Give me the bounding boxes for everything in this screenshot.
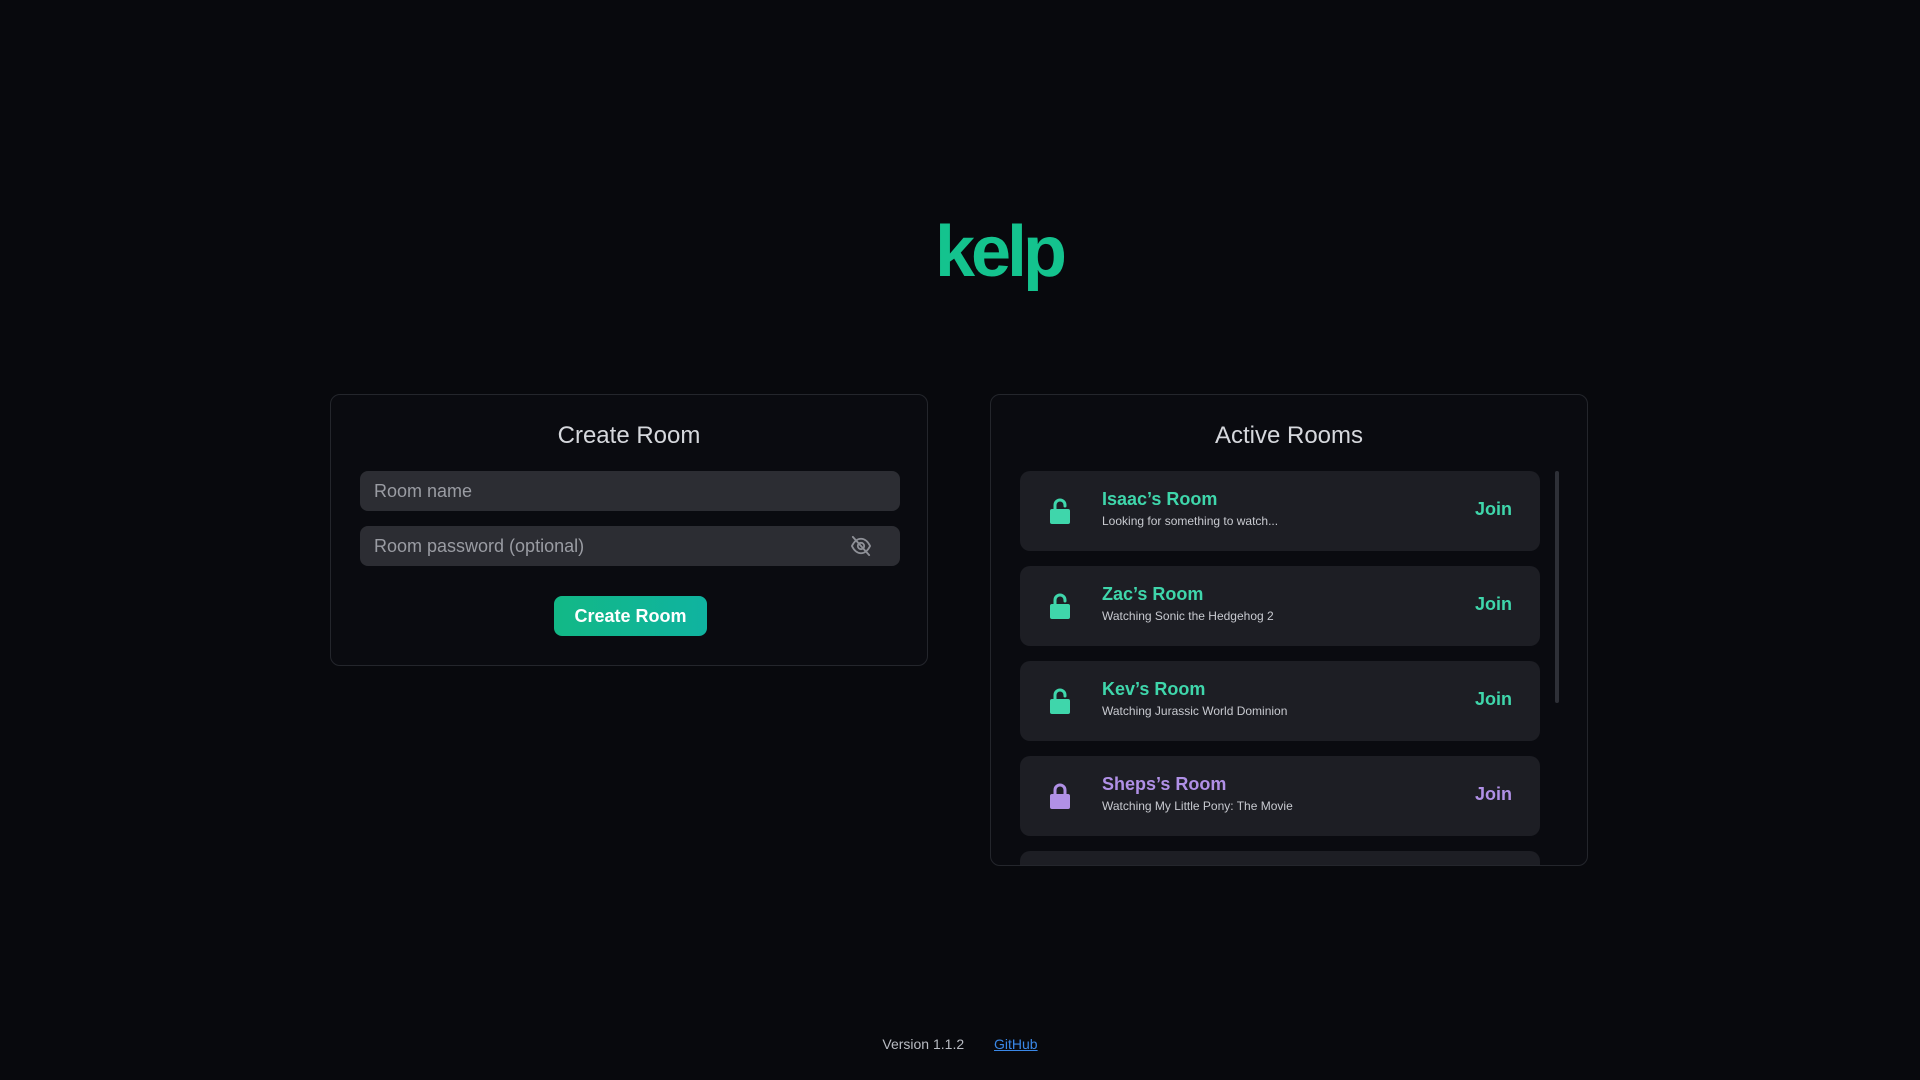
room-item-zac[interactable]: Zac’s Room Watching Sonic the Hedgehog 2…	[1020, 566, 1540, 646]
footer: Version 1.1.2 GitHub	[0, 1036, 1920, 1052]
create-room-title: Create Room	[557, 422, 701, 449]
room-name: Kev’s Room	[1102, 679, 1206, 699]
room-name: Isaac’s Room	[1102, 489, 1218, 509]
room-password-field[interactable]	[360, 526, 900, 566]
room-name: Sheps’s Room	[1102, 774, 1227, 794]
room-description: Watching Jurassic World Dominion	[1102, 704, 1288, 718]
room-description: Watching My Little Pony: The Movie	[1102, 799, 1293, 813]
github-link[interactable]: GitHub	[994, 1036, 1038, 1052]
room-item-isaac[interactable]: Isaac’s Room Looking for something to wa…	[1020, 471, 1540, 551]
version-text: Version 1.1.2	[882, 1036, 965, 1052]
unlocked-padlock-icon	[1048, 497, 1072, 525]
room-name-field[interactable]	[360, 471, 900, 511]
join-button[interactable]: Join	[1475, 499, 1512, 520]
room-name-input[interactable]	[374, 471, 886, 511]
join-button[interactable]: Join	[1475, 594, 1512, 615]
create-room-panel: Create Room Create Room	[330, 394, 928, 666]
room-item-sheps[interactable]: Sheps’s Room Watching My Little Pony: Th…	[1020, 756, 1540, 836]
room-item-partial[interactable]	[1020, 851, 1540, 865]
join-button[interactable]: Join	[1475, 784, 1512, 805]
room-description: Looking for something to watch...	[1102, 514, 1279, 528]
kelp-logo: kelp	[39, 208, 1920, 296]
active-rooms-title: Active Rooms	[1214, 422, 1364, 449]
room-name: Zac’s Room	[1102, 584, 1204, 604]
room-list[interactable]: Isaac’s Room Looking for something to wa…	[1020, 471, 1540, 865]
locked-padlock-icon	[1048, 782, 1072, 810]
join-button[interactable]: Join	[1475, 689, 1512, 710]
room-item-kev[interactable]: Kev’s Room Watching Jurassic World Domin…	[1020, 661, 1540, 741]
create-room-button[interactable]: Create Room	[554, 596, 707, 636]
room-description: Watching Sonic the Hedgehog 2	[1102, 609, 1274, 623]
page: kelp Create Room Create Room Active Room…	[0, 0, 1920, 1080]
unlocked-padlock-icon	[1048, 592, 1072, 620]
room-password-input[interactable]	[374, 526, 844, 566]
logo-text: kelp	[934, 212, 1067, 292]
active-rooms-panel: Active Rooms Isaac’s Room Looking for so…	[990, 394, 1588, 866]
unlocked-padlock-icon	[1048, 687, 1072, 715]
room-list-scrollbar[interactable]	[1555, 471, 1559, 703]
eye-off-icon[interactable]	[850, 536, 872, 556]
